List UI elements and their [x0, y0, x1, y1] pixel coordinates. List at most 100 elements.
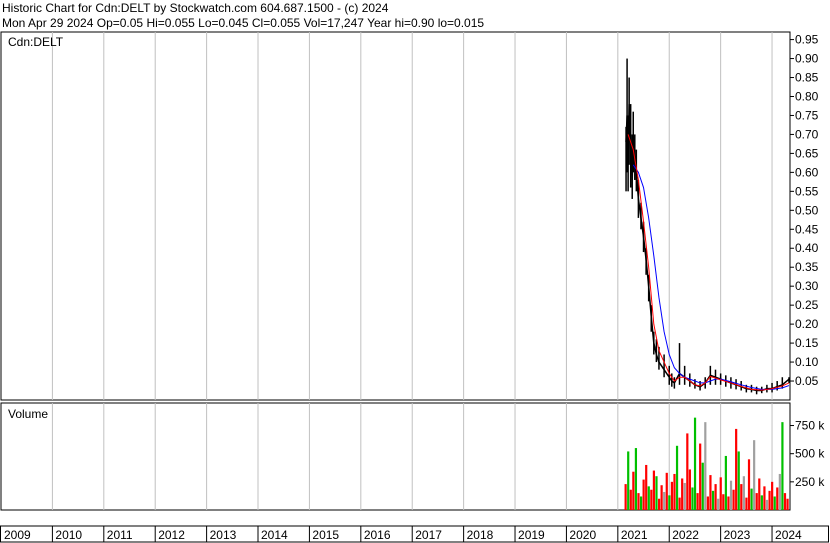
volume-bar — [634, 448, 638, 510]
price-y-tick-label: 0.95 — [795, 33, 819, 47]
moving-average-short — [627, 134, 790, 391]
x-tick-label-2017: 2017 — [415, 528, 442, 542]
volume-bar — [637, 493, 640, 510]
volume-title: Volume — [8, 407, 48, 421]
x-tick-label-2024: 2024 — [775, 528, 802, 542]
price-y-tick-label: 0.70 — [795, 127, 819, 141]
x-tick-label-2013: 2013 — [210, 528, 237, 542]
volume-bar — [647, 486, 650, 510]
volume-bar — [737, 451, 740, 510]
x-tick-label-2009: 2009 — [4, 528, 31, 542]
volume-y-tick-label: 500 k — [795, 447, 825, 461]
x-tick-label-2010: 2010 — [55, 528, 82, 542]
volume-bar — [760, 495, 763, 510]
price-y-tick-label: 0.50 — [795, 203, 819, 217]
volume-bar — [717, 498, 720, 510]
volume-bar — [673, 473, 676, 510]
volume-bar — [771, 481, 774, 510]
volume-bar — [691, 487, 694, 510]
volume-bar — [660, 485, 663, 510]
volume-bar — [729, 480, 733, 510]
volume-y-tick-label: 750 k — [795, 419, 825, 433]
price-y-tick-label: 0.90 — [795, 52, 819, 66]
volume-bar — [639, 496, 643, 510]
price-close-line — [625, 104, 790, 392]
volume-bar — [735, 428, 738, 510]
volume-bar — [642, 479, 645, 510]
volume-bar — [629, 489, 632, 510]
volume-bars — [624, 417, 789, 510]
volume-bar — [773, 496, 776, 510]
volume-bar — [768, 490, 771, 510]
x-tick-label-2019: 2019 — [518, 528, 545, 542]
volume-bar — [693, 417, 697, 510]
volume-bar — [678, 497, 681, 510]
volume-bar — [747, 459, 751, 510]
volume-bar — [663, 491, 666, 510]
volume-bar — [706, 496, 709, 510]
volume-bar — [704, 422, 707, 510]
x-tick-label-2023: 2023 — [724, 528, 751, 542]
volume-bar — [776, 487, 779, 510]
x-axis: 2009 2010 2011 2012 2013 2014 2015 2016 2017 2018… — [0, 525, 829, 543]
volume-bar — [727, 496, 730, 510]
price-y-tick-label: 0.20 — [795, 317, 819, 331]
price-panel-frame — [0, 31, 791, 401]
volume-bar — [740, 484, 743, 510]
volume-bar — [783, 493, 787, 510]
volume-bar — [696, 493, 699, 510]
volume-bar — [683, 482, 686, 510]
volume-y-axis: 750 k 500 k 250 k — [790, 419, 825, 489]
volume-bar — [652, 470, 656, 510]
price-y-tick-label: 0.65 — [795, 146, 819, 160]
x-tick-label-2022: 2022 — [672, 528, 699, 542]
x-tick-label-2012: 2012 — [158, 528, 185, 542]
price-y-tick-label: 0.10 — [795, 355, 819, 369]
volume-bar — [699, 443, 702, 510]
price-panel: Cdn:DELT 0.95 0.90 0.85 0.80 0.75 0.70 0.65 0.6… — [0, 31, 819, 401]
volume-bar — [742, 476, 745, 510]
volume-bar — [709, 475, 712, 510]
price-y-tick-label: 0.45 — [795, 222, 819, 236]
price-y-tick-label: 0.75 — [795, 108, 819, 122]
volume-bar — [755, 493, 758, 510]
price-y-tick-label: 0.35 — [795, 260, 819, 274]
volume-bar — [778, 473, 781, 510]
volume-bar — [719, 477, 722, 510]
volume-bar — [722, 494, 725, 510]
x-tick-label-2011: 2011 — [107, 528, 133, 542]
volume-bar — [714, 484, 717, 510]
volume-bar — [786, 498, 789, 510]
volume-bar — [686, 433, 689, 510]
volume-bar — [763, 486, 766, 510]
x-tick-label-2014: 2014 — [261, 528, 288, 542]
price-grid — [51, 32, 773, 400]
volume-bar — [655, 476, 658, 510]
volume-bar — [645, 464, 648, 510]
x-tick-label-2021: 2021 — [621, 528, 648, 542]
price-y-tick-label: 0.80 — [795, 89, 819, 103]
volume-bar — [657, 498, 661, 510]
x-tick-label-2015: 2015 — [312, 528, 339, 542]
volume-bar — [665, 472, 668, 510]
price-y-tick-label: 0.40 — [795, 241, 819, 255]
volume-panel: Volume 750 k 500 k 250 k — [0, 402, 825, 511]
volume-bar — [724, 455, 727, 510]
price-y-tick-label: 0.05 — [795, 374, 819, 388]
volume-bar — [668, 495, 671, 510]
volume-bar — [765, 499, 769, 510]
volume-bar — [781, 422, 784, 510]
volume-bar — [688, 469, 691, 510]
volume-bar — [650, 489, 653, 510]
volume-bar — [750, 488, 753, 510]
volume-bar — [753, 440, 756, 510]
volume-bar — [627, 451, 630, 510]
volume-bar — [732, 489, 735, 510]
volume-bar — [711, 490, 715, 510]
price-y-tick-label: 0.60 — [795, 165, 819, 179]
price-series — [625, 58, 790, 395]
volume-bar — [624, 484, 627, 510]
x-tick-label-2018: 2018 — [467, 528, 494, 542]
price-y-tick-label: 0.85 — [795, 71, 819, 85]
price-y-tick-label: 0.25 — [795, 298, 819, 312]
